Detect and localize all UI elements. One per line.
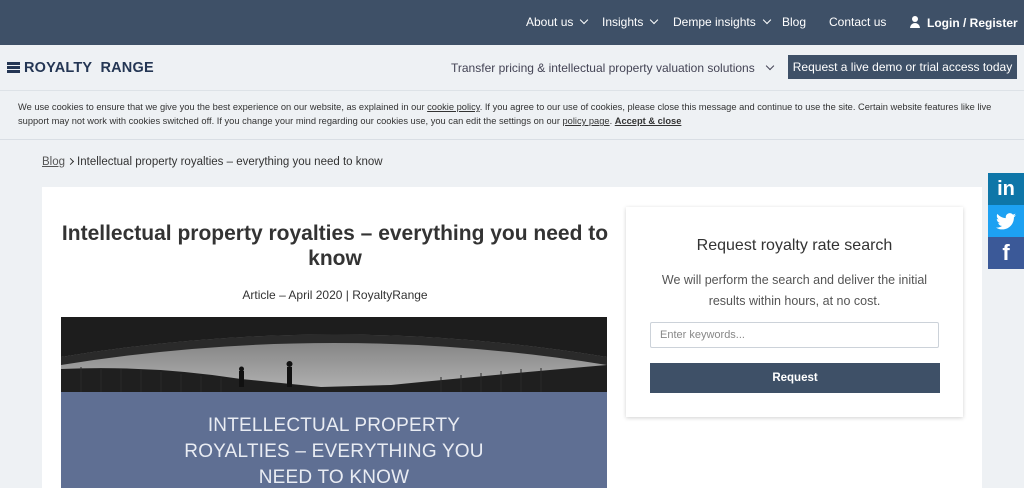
nav-login-register[interactable]: Login / Register: [909, 15, 1018, 30]
nav-dempe-label: Dempe insights: [673, 15, 756, 29]
nav-about-label: About us: [526, 15, 574, 29]
twitter-share-button[interactable]: [988, 205, 1024, 237]
hero-text-line: NEED TO KNOW: [258, 467, 410, 488]
hero-overlay-text: INTELLECTUAL PROPERTY ROYALTIES – EVERYT…: [61, 413, 607, 488]
hero-text-line: INTELLECTUAL PROPERTY: [207, 415, 461, 436]
login-label: Login / Register: [927, 16, 1018, 30]
site-header: ROYALTY RANGE Transfer pricing & intelle…: [0, 45, 1024, 91]
solutions-dropdown[interactable]: Transfer pricing & intellectual property…: [451, 61, 774, 75]
cookie-text: We use cookies to ensure that we give yo…: [18, 102, 428, 112]
logo[interactable]: ROYALTY RANGE: [7, 60, 154, 76]
accept-close-link[interactable]: Accept & close: [615, 116, 682, 126]
keywords-input[interactable]: [650, 322, 939, 348]
policy-page-link[interactable]: policy page: [563, 116, 610, 126]
chevron-down-icon: [650, 15, 659, 25]
search-card-title: Request royalty rate search: [696, 237, 893, 254]
tagline-text: Transfer pricing & intellectual property…: [451, 61, 755, 75]
nav-blog[interactable]: Blog: [782, 15, 806, 29]
nav-insights-label: Insights: [602, 15, 644, 29]
user-icon: [909, 16, 921, 28]
nav-insights[interactable]: Insights: [602, 15, 659, 29]
twitter-icon: [996, 212, 1016, 229]
linkedin-share-button[interactable]: in: [988, 173, 1024, 205]
chevron-down-icon: [762, 15, 771, 25]
breadcrumb-current: Intellectual property royalties – everyt…: [77, 156, 383, 168]
chevron-down-icon: [765, 61, 774, 71]
request-demo-button[interactable]: Request a live demo or trial access toda…: [788, 55, 1017, 79]
article-title: Intellectual property royalties – everyt…: [61, 222, 609, 270]
nav-contact-us[interactable]: Contact us: [829, 15, 886, 29]
cookie-policy-link[interactable]: cookie policy: [427, 102, 480, 112]
facebook-icon: f: [1002, 240, 1010, 265]
search-card-description: We will perform the search and deliver t…: [661, 273, 928, 308]
article-meta: Article – April 2020 | RoyaltyRange: [242, 288, 428, 302]
nav-dempe-insights[interactable]: Dempe insights: [673, 15, 771, 29]
chevron-right-icon: [66, 157, 75, 166]
nav-about-us[interactable]: About us: [526, 15, 589, 29]
request-button[interactable]: Request: [650, 363, 940, 393]
cookie-notice: We use cookies to ensure that we give yo…: [0, 91, 1024, 140]
breadcrumb: Blog Intellectual property royalties – ev…: [42, 156, 383, 168]
chevron-down-icon: [580, 15, 589, 25]
facebook-share-button[interactable]: f: [988, 237, 1024, 269]
breadcrumb-blog-link[interactable]: Blog: [42, 156, 65, 168]
linkedin-icon: in: [997, 177, 1015, 200]
hero-image: INTELLECTUAL PROPERTY ROYALTIES – EVERYT…: [61, 317, 607, 488]
hero-text-line: ROYALTIES – EVERYTHING YOU: [184, 441, 484, 462]
logo-text: ROYALTY RANGE: [24, 60, 154, 76]
menu-icon[interactable]: [7, 62, 20, 73]
royalty-search-card: Request royalty rate search We will perf…: [626, 207, 963, 417]
top-navigation: About us Insights Dempe insights Blog Co…: [0, 0, 1024, 45]
